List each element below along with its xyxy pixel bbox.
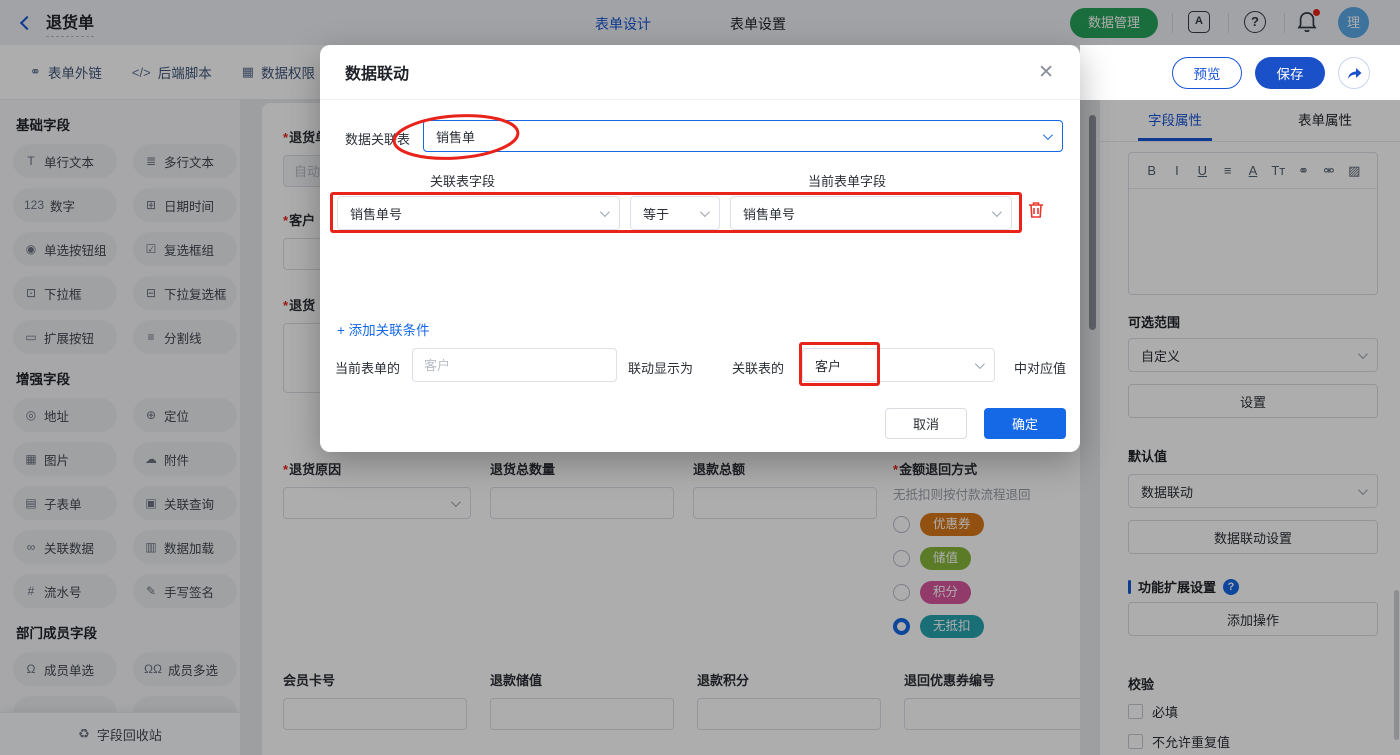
current-form-field-value: 销售单号 (743, 206, 796, 222)
operator-select[interactable]: 等于 (630, 196, 720, 230)
current-form-field-select[interactable]: 销售单号 (730, 196, 1012, 230)
delete-condition-icon[interactable] (1028, 201, 1044, 222)
relation-table-value: 销售单 (436, 129, 476, 145)
display-field-input[interactable] (412, 348, 617, 382)
relation-table-label: 数据关联表 (345, 132, 411, 147)
column-header-relation-field: 关联表字段 (430, 174, 496, 189)
chevron-down-icon (599, 206, 610, 217)
save-button[interactable]: 保存 (1255, 56, 1325, 89)
close-icon[interactable]: ✕ (1038, 61, 1054, 84)
cancel-button[interactable]: 取消 (885, 408, 967, 439)
chevron-down-icon (1042, 129, 1053, 140)
column-header-current-field: 当前表单字段 (808, 174, 887, 189)
share-icon[interactable] (1338, 56, 1370, 89)
chevron-down-icon (974, 358, 985, 369)
modal-title: 数据联动 (345, 66, 410, 83)
preview-button[interactable]: 预览 (1172, 56, 1242, 89)
linkage-source-field-value: 客户 (815, 358, 842, 374)
linkage-display-label: 联动显示为 (628, 361, 694, 376)
form-actions: 预览 保存 (1080, 45, 1400, 100)
relation-table-prefix: 关联表的 (732, 361, 785, 376)
confirm-button[interactable]: 确定 (984, 408, 1066, 439)
chevron-down-icon (991, 206, 1002, 217)
modal-header: 数据联动 (320, 45, 1080, 100)
relation-table-select[interactable]: 销售单 (423, 120, 1063, 152)
current-form-prefix: 当前表单的 (335, 361, 401, 376)
corresponding-value-suffix: 中对应值 (1014, 361, 1067, 376)
operator-value: 等于 (643, 206, 670, 222)
relation-field-select[interactable]: 销售单号 (337, 196, 620, 230)
data-linkage-modal: 数据联动 ✕ 数据关联表 销售单 关联表字段 当前表单字段 销售单号 等于 销售… (320, 45, 1080, 452)
add-condition-link[interactable]: + 添加关联条件 (337, 319, 430, 339)
linkage-source-field-select[interactable]: 客户 (802, 348, 995, 382)
chevron-down-icon (699, 206, 710, 217)
relation-field-value: 销售单号 (350, 206, 403, 222)
